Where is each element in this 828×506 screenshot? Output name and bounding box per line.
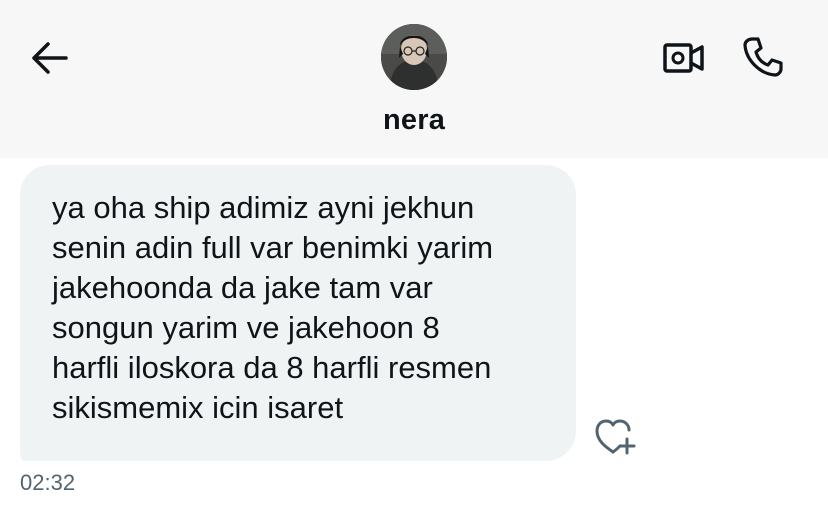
profile-photo bbox=[381, 24, 447, 90]
react-button[interactable] bbox=[592, 416, 638, 458]
heart-plus-icon bbox=[595, 419, 636, 455]
video-camera-icon bbox=[663, 43, 704, 73]
avatar[interactable] bbox=[381, 24, 447, 90]
video-call-button[interactable] bbox=[660, 38, 706, 78]
voice-call-button[interactable] bbox=[740, 34, 786, 80]
contact-name[interactable]: nera bbox=[314, 104, 514, 137]
arrow-left-icon bbox=[32, 42, 68, 74]
message-timestamp: 02:32 bbox=[20, 470, 76, 495]
conversation-header: nera bbox=[0, 0, 828, 158]
phone-icon bbox=[743, 37, 783, 77]
back-button[interactable] bbox=[28, 38, 72, 78]
message-text: ya oha ship adimiz ayni jekhun senin adi… bbox=[52, 190, 494, 425]
